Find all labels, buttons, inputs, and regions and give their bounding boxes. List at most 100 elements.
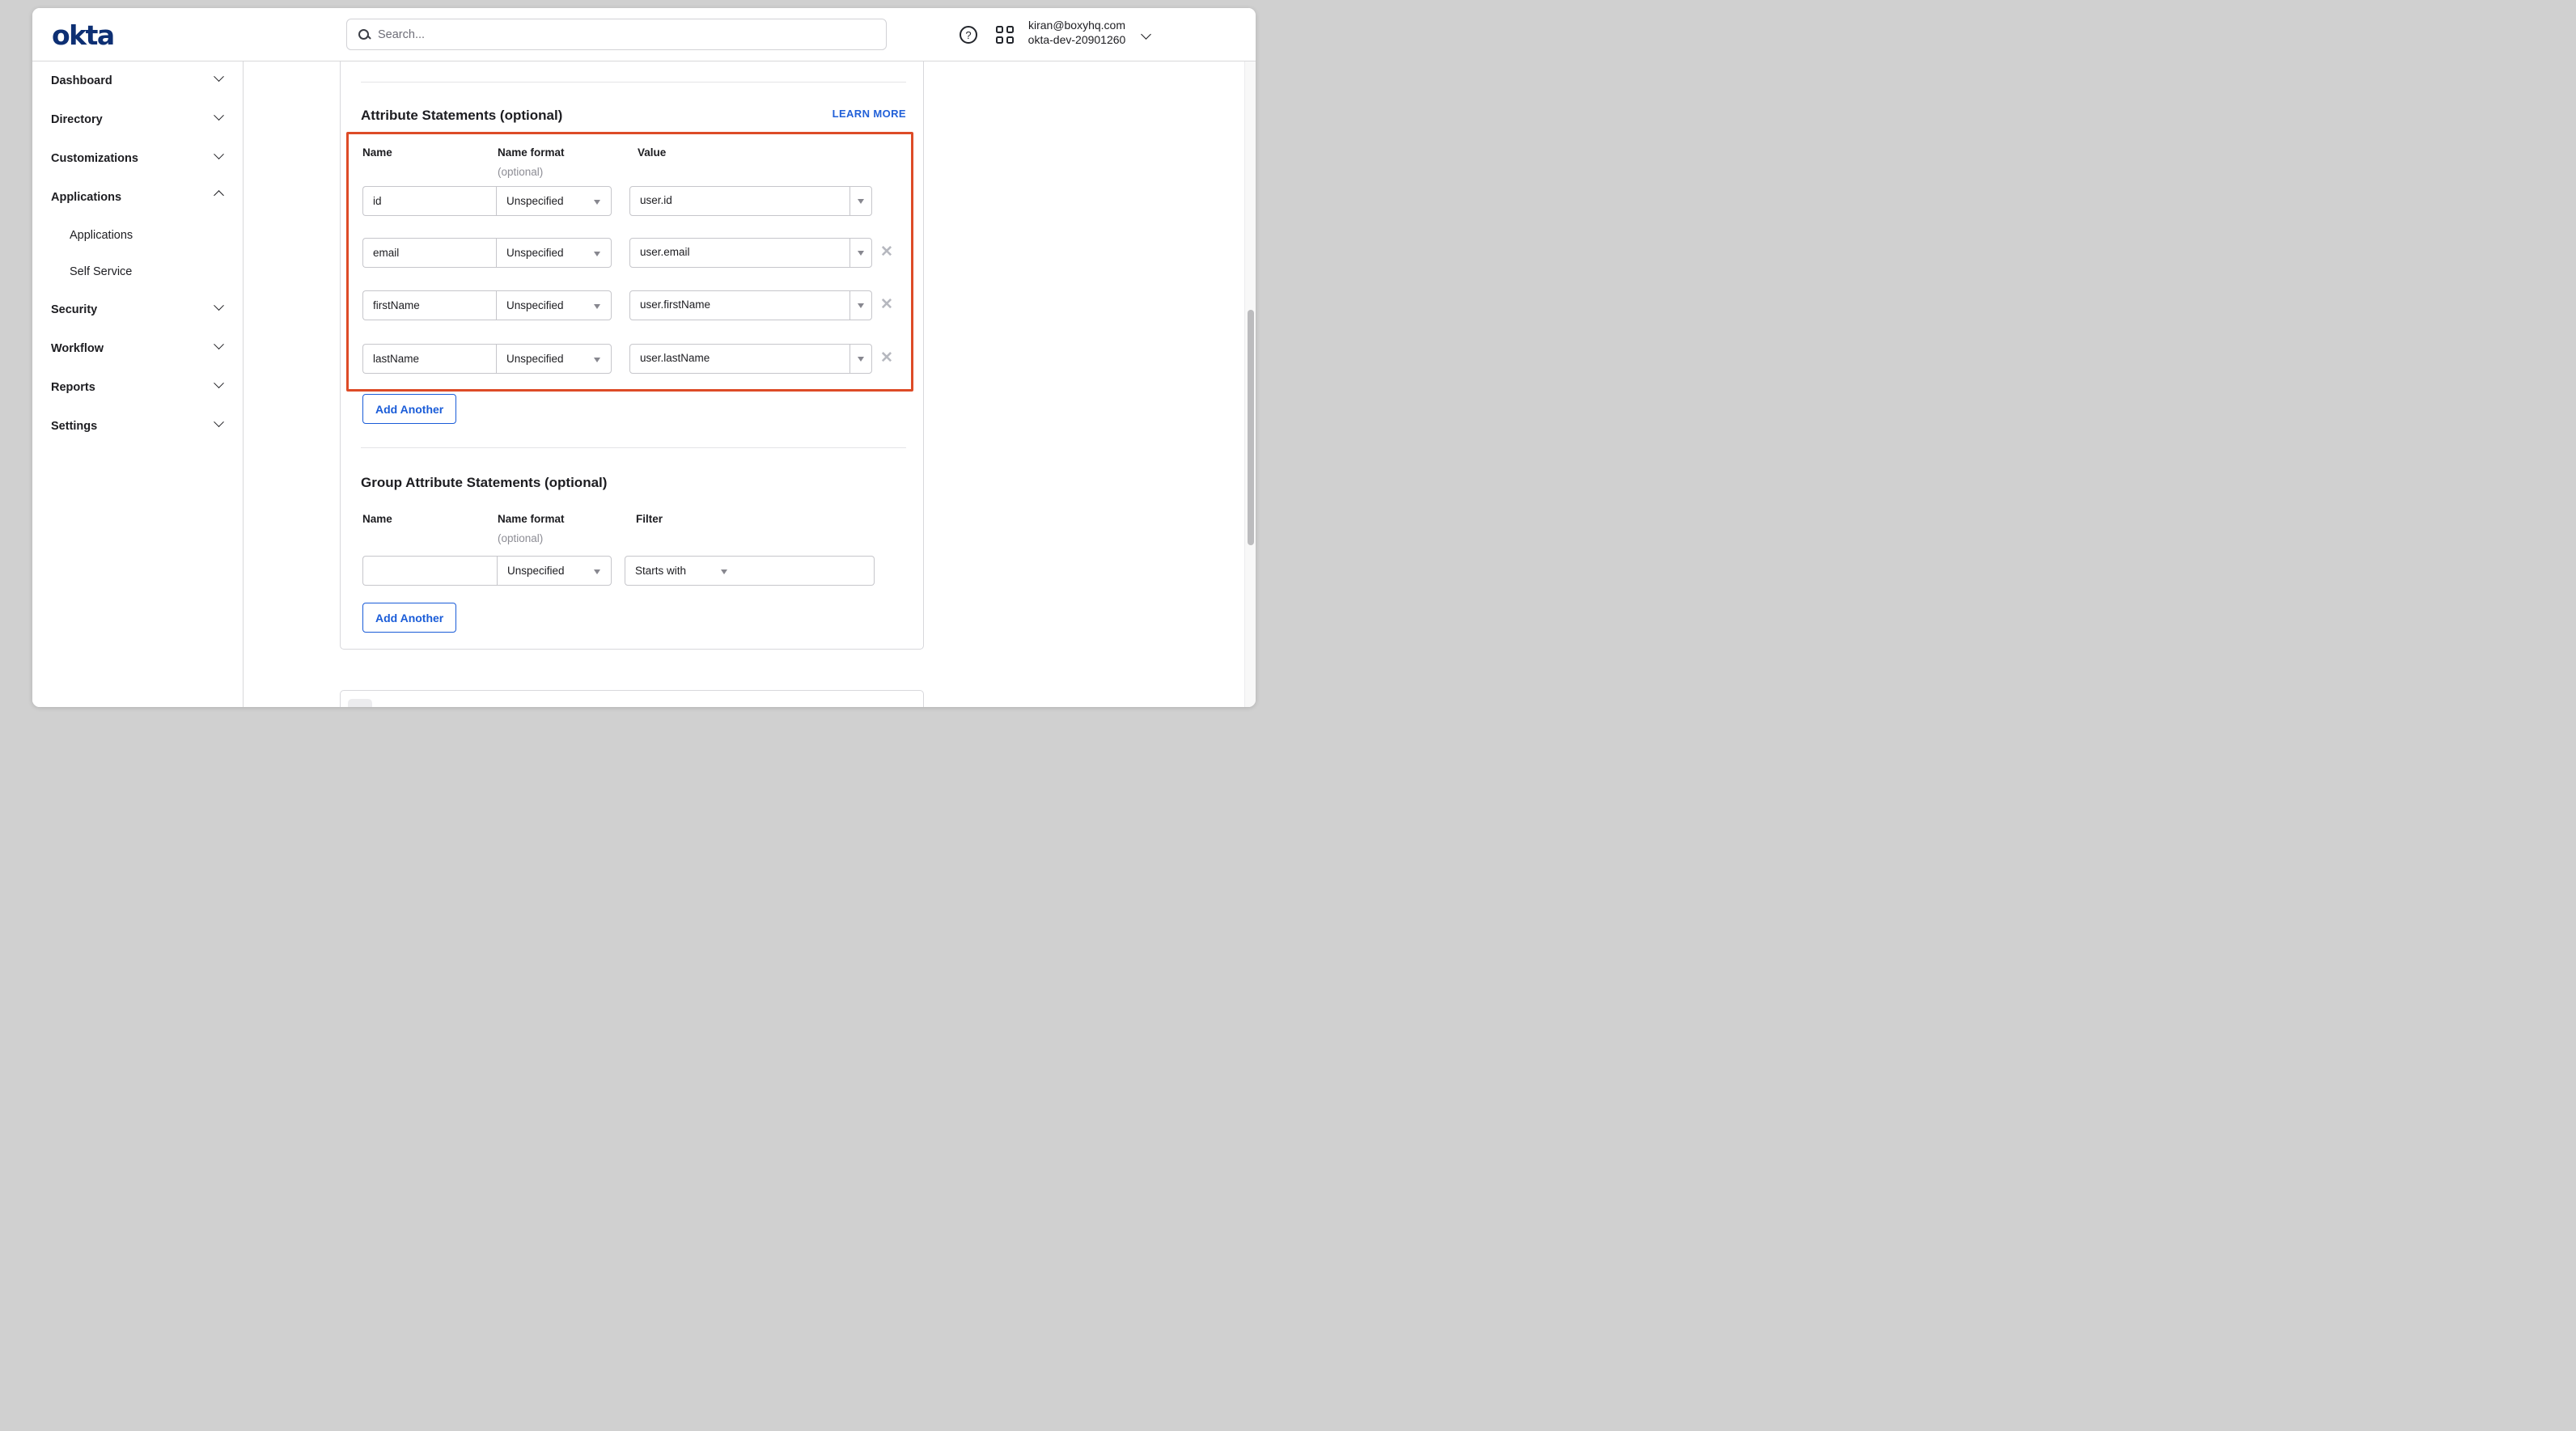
sidebar-item-workflow[interactable]: Workflow (32, 329, 243, 368)
apps-grid-icon[interactable] (996, 26, 1014, 44)
scrollbar-track[interactable] (1244, 61, 1256, 707)
select-value: Unspecified (507, 565, 565, 577)
attribute-name-input[interactable] (362, 238, 497, 268)
remove-row-button[interactable]: ✕ (879, 297, 895, 313)
attribute-name-input[interactable] (362, 344, 497, 374)
sidebar-item-settings[interactable]: Settings (32, 407, 243, 446)
group-filter-operator-select[interactable]: Starts with (625, 556, 739, 586)
grid-square (1006, 36, 1014, 44)
search-icon (358, 28, 371, 41)
combobox-value: user.email (640, 246, 690, 258)
dropdown-arrow-icon (858, 303, 864, 308)
add-another-group-attribute-button[interactable]: Add Another (362, 603, 456, 633)
attribute-name-format-select[interactable]: Unspecified (496, 186, 612, 216)
sidebar-item-security[interactable]: Security (32, 290, 243, 329)
sidebar-item-label: Reports (51, 381, 95, 394)
dropdown-arrow-icon (594, 200, 600, 205)
sidebar-item-directory[interactable]: Directory (32, 100, 243, 139)
select-value: Unspecified (506, 299, 564, 311)
remove-row-button[interactable]: ✕ (879, 244, 895, 260)
sidebar-item-label: Security (51, 303, 97, 316)
attribute-statements-fieldset: Name Name format (optional) Value Unspec… (346, 132, 913, 392)
attribute-statement-row: Unspecified user.firstName ✕ (349, 290, 911, 320)
dropdown-arrow-icon (858, 251, 864, 256)
sidebar-subitem-applications[interactable]: Applications (32, 217, 243, 254)
grid-square (996, 26, 1003, 33)
help-icon[interactable]: ? (960, 26, 977, 44)
chevron-down-icon[interactable] (1141, 29, 1151, 40)
add-another-attribute-button[interactable]: Add Another (362, 394, 456, 424)
learn-more-link[interactable]: LEARN MORE (833, 108, 906, 120)
scrollbar-thumb[interactable] (1248, 310, 1254, 545)
group-column-header-name: Name (362, 513, 392, 525)
user-menu[interactable]: kiran@boxyhq.com okta-dev-20901260 (1024, 18, 1129, 47)
chevron-up-icon (214, 190, 224, 201)
select-value: Unspecified (506, 247, 564, 259)
select-value: Unspecified (506, 195, 564, 207)
section-divider (361, 82, 906, 83)
dropdown-arrow-icon (594, 252, 600, 256)
chevron-down-icon (214, 110, 224, 121)
dropdown-arrow-icon (594, 304, 600, 309)
saml-settings-card: Attribute Statements (optional) LEARN MO… (340, 61, 924, 650)
sidebar-item-label: Directory (51, 113, 103, 126)
dropdown-arrow-icon (594, 569, 600, 574)
combobox-value: user.lastName (640, 352, 710, 364)
group-name-format-select[interactable]: Unspecified (497, 556, 612, 586)
dropdown-arrow-icon (858, 199, 864, 204)
sidebar-item-label: Settings (51, 420, 97, 433)
sidebar-subitem-self-service[interactable]: Self Service (32, 254, 243, 291)
search-input[interactable] (378, 28, 831, 41)
select-value: Unspecified (506, 353, 564, 365)
attribute-value-combobox[interactable]: user.email (629, 238, 872, 268)
remove-row-button[interactable]: ✕ (879, 350, 895, 366)
chevron-down-icon (214, 71, 224, 82)
group-column-header-filter: Filter (636, 513, 663, 525)
attribute-name-format-select[interactable]: Unspecified (496, 290, 612, 320)
combobox-arrow-segment[interactable] (849, 345, 871, 373)
attribute-statements-title: Attribute Statements (optional) (361, 108, 562, 124)
group-name-input[interactable] (362, 556, 498, 586)
attribute-value-combobox[interactable]: user.firstName (629, 290, 872, 320)
next-section-card (340, 690, 924, 707)
combobox-arrow-segment[interactable] (849, 291, 871, 320)
user-org: okta-dev-20901260 (1024, 32, 1129, 47)
attribute-name-input[interactable] (362, 186, 497, 216)
group-attribute-row: Unspecified Starts with (341, 556, 923, 586)
grid-square (1006, 26, 1014, 33)
chevron-down-icon (214, 300, 224, 311)
sidebar-item-applications[interactable]: Applications (32, 178, 243, 217)
app-logo-placeholder (348, 699, 372, 707)
group-column-note-optional: (optional) (498, 532, 543, 544)
attribute-name-input[interactable] (362, 290, 497, 320)
attribute-statement-row: Unspecified user.lastName ✕ (349, 344, 911, 374)
group-filter-value-input[interactable] (738, 556, 875, 586)
global-search[interactable] (346, 19, 887, 50)
sidebar-item-reports[interactable]: Reports (32, 368, 243, 407)
sidebar-item-dashboard[interactable]: Dashboard (32, 61, 243, 100)
attribute-name-format-select[interactable]: Unspecified (496, 344, 612, 374)
attribute-statement-row: Unspecified user.id ✕ (349, 186, 911, 216)
select-value: Starts with (635, 565, 686, 577)
sidebar-item-customizations[interactable]: Customizations (32, 139, 243, 178)
okta-logo: okta (52, 19, 114, 51)
group-column-header-name-format: Name format (498, 513, 565, 525)
dropdown-arrow-icon (721, 569, 727, 574)
column-note-optional: (optional) (498, 166, 543, 178)
attribute-value-combobox[interactable]: user.lastName (629, 344, 872, 374)
chevron-down-icon (214, 417, 224, 427)
attribute-value-combobox[interactable]: user.id (629, 186, 872, 216)
combobox-value: user.id (640, 194, 672, 206)
chevron-down-icon (214, 378, 224, 388)
section-divider (361, 447, 906, 448)
okta-admin-window: okta ? kiran@boxyhq.com okta-dev-2090126… (32, 8, 1256, 707)
dropdown-arrow-icon (858, 357, 864, 362)
main-content: Attribute Statements (optional) LEARN MO… (244, 61, 1244, 707)
sidebar-item-label: Workflow (51, 342, 104, 355)
combobox-arrow-segment[interactable] (849, 187, 871, 215)
sidebar-item-label: Customizations (51, 152, 138, 165)
attribute-name-format-select[interactable]: Unspecified (496, 238, 612, 268)
combobox-arrow-segment[interactable] (849, 239, 871, 267)
column-header-name-format: Name format (498, 146, 565, 159)
dropdown-arrow-icon (594, 358, 600, 362)
